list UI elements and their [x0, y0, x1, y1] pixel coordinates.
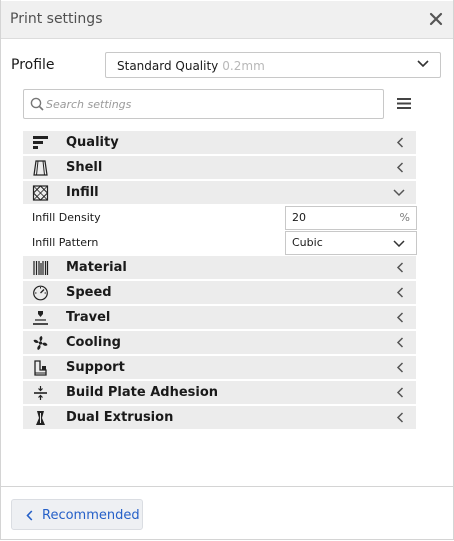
infill-density-input[interactable]: 20 %: [285, 206, 417, 230]
dual-extrusion-icon: [36, 411, 45, 425]
chevron-left-icon: [396, 287, 404, 298]
category-quality[interactable]: Quality: [23, 131, 416, 154]
chevron-left-icon: [396, 312, 404, 323]
panel-title: Print settings: [10, 11, 103, 27]
chevron-down-icon: [417, 60, 429, 68]
search-input[interactable]: [46, 94, 366, 114]
settings-visibility-menu-icon[interactable]: [397, 98, 411, 109]
shell-icon: [33, 160, 48, 176]
category-label: Dual Extrusion: [66, 410, 174, 425]
profile-label: Profile: [11, 57, 55, 73]
infill-pattern-label: Infill Pattern: [32, 236, 99, 249]
chevron-left-icon: [396, 362, 404, 373]
chevron-left-icon: [396, 262, 404, 273]
close-icon[interactable]: [429, 12, 443, 26]
category-infill[interactable]: Infill: [23, 181, 416, 204]
chevron-left-icon: [396, 337, 404, 348]
category-cooling[interactable]: Cooling: [23, 331, 416, 354]
category-material[interactable]: Material: [23, 256, 416, 279]
build-plate-adhesion-icon: [34, 386, 47, 400]
recommended-button[interactable]: Recommended: [11, 499, 143, 530]
infill-density-label: Infill Density: [32, 211, 101, 224]
category-travel[interactable]: Travel: [23, 306, 416, 329]
category-shell[interactable]: Shell: [23, 156, 416, 179]
print-settings-panel: Print settings Profile Standard Quality 0…: [0, 0, 454, 540]
quality-icon: [33, 136, 48, 149]
infill-density-value: 20: [292, 211, 306, 224]
recommended-label: Recommended: [42, 508, 140, 523]
material-icon: [33, 261, 49, 275]
cooling-icon: [33, 336, 48, 350]
chevron-left-icon: [26, 510, 33, 521]
profile-value: Standard Quality 0.2mm: [117, 59, 265, 73]
chevron-left-icon: [396, 162, 404, 173]
category-label: Shell: [66, 160, 103, 175]
infill-icon: [32, 185, 49, 201]
footer-divider: [1, 486, 453, 487]
category-label: Build Plate Adhesion: [66, 385, 219, 400]
search-icon: [30, 97, 44, 111]
category-support[interactable]: Support: [23, 356, 416, 379]
search-settings-box[interactable]: [23, 89, 384, 119]
category-label: Support: [66, 360, 125, 375]
chevron-left-icon: [396, 387, 404, 398]
category-label: Infill: [66, 185, 99, 200]
chevron-down-icon: [393, 240, 405, 247]
category-label: Travel: [66, 310, 111, 325]
profile-layer-height: 0.2mm: [222, 59, 265, 73]
travel-icon: [33, 311, 48, 325]
category-dual-extrusion[interactable]: Dual Extrusion: [23, 406, 416, 429]
category-label: Material: [66, 260, 127, 275]
title-bar: Print settings: [1, 1, 453, 39]
category-label: Quality: [66, 135, 119, 150]
infill-pattern-value: Cubic: [292, 236, 323, 249]
chevron-left-icon: [396, 137, 404, 148]
speed-icon: [33, 285, 48, 301]
category-build-plate-adhesion[interactable]: Build Plate Adhesion: [23, 381, 416, 404]
category-speed[interactable]: Speed: [23, 281, 416, 304]
category-label: Cooling: [66, 335, 121, 350]
profile-dropdown[interactable]: Standard Quality 0.2mm: [105, 52, 441, 78]
infill-pattern-dropdown[interactable]: Cubic: [285, 231, 417, 255]
setting-infill-density: Infill Density 20 %: [23, 205, 417, 230]
chevron-down-icon: [393, 189, 405, 197]
support-icon: [34, 360, 47, 376]
category-label: Speed: [66, 285, 112, 300]
setting-infill-pattern: Infill Pattern Cubic: [23, 230, 417, 255]
chevron-left-icon: [396, 412, 404, 423]
infill-density-unit: %: [399, 211, 410, 224]
